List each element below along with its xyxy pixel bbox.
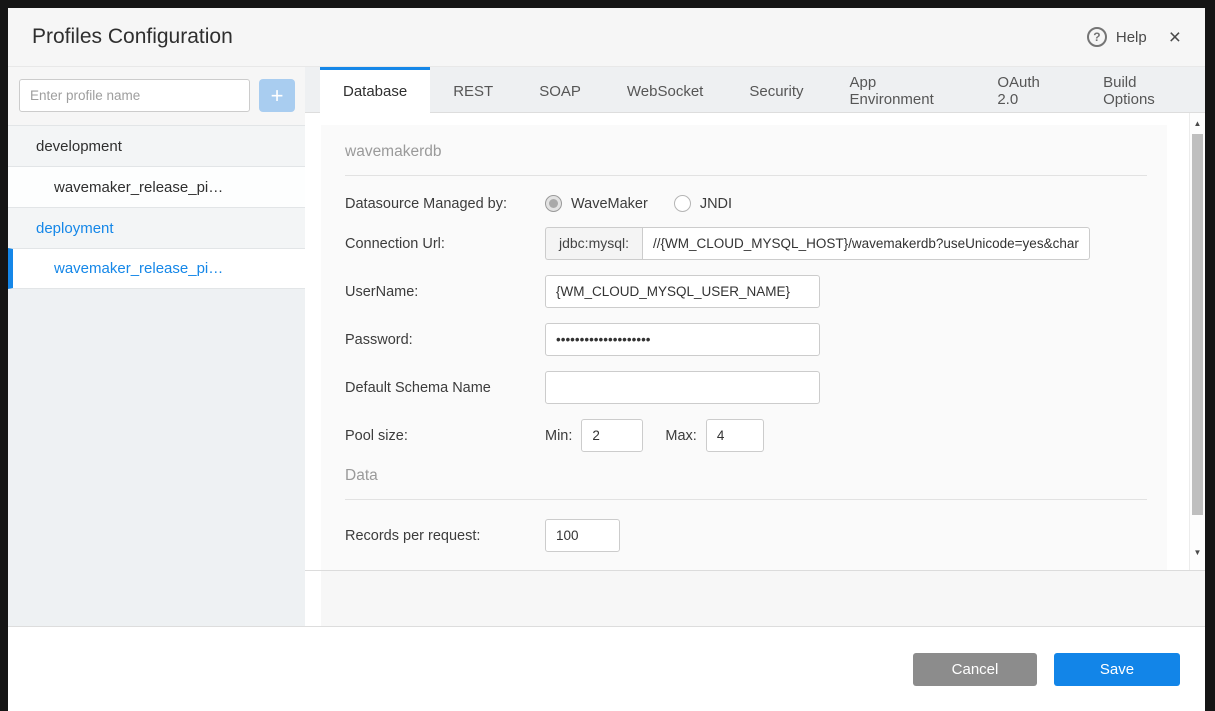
tab-rest[interactable]: REST [430,67,516,112]
pool-size-label: Pool size: [345,428,545,444]
data-section-title: Data [345,467,1147,485]
records-per-request-label: Records per request: [345,528,545,544]
tab-content-area: DatabaseRESTSOAPWebSocketSecurityApp Env… [305,67,1205,626]
help-button[interactable]: ? Help [1087,27,1147,47]
radio-wavemaker-icon[interactable] [545,195,562,212]
radio-jndi-label: JNDI [700,196,732,212]
profiles-sidebar: + developmentwavemaker_release_pi…deploy… [8,67,305,626]
radio-jndi[interactable]: JNDI [674,195,732,212]
sidebar-filler [8,289,305,626]
section-divider [345,175,1147,176]
panel-bottom-strip [321,571,1205,626]
profiles-configuration-dialog: Profiles Configuration ? Help × + develo… [8,8,1205,711]
help-label: Help [1116,29,1147,46]
tab-soap[interactable]: SOAP [516,67,604,112]
password-label: Password: [345,332,545,348]
tab-bar: DatabaseRESTSOAPWebSocketSecurityApp Env… [305,67,1205,113]
tab-app-environment[interactable]: App Environment [827,67,975,112]
save-button[interactable]: Save [1054,653,1180,686]
pool-min-label: Min: [545,428,572,444]
db-section-title: wavemakerdb [345,143,1147,161]
radio-wavemaker-label: WaveMaker [571,196,648,212]
help-icon: ? [1087,27,1107,47]
records-per-request-row: Records per request: [345,519,1147,552]
section-divider [345,499,1147,500]
tab-database[interactable]: Database [320,67,430,113]
profiles-list: developmentwavemaker_release_pi…deployme… [8,125,305,289]
close-icon[interactable]: × [1169,27,1181,48]
tab-websocket[interactable]: WebSocket [604,67,726,112]
page-title: Profiles Configuration [32,25,233,49]
sidebar-item-wavemaker-release-pi-[interactable]: wavemaker_release_pi… [8,248,305,289]
pool-max-input[interactable] [706,419,764,452]
radio-jndi-icon[interactable] [674,195,691,212]
vertical-scrollbar[interactable]: ▲ ▼ [1189,113,1205,570]
jdbc-prefix-addon: jdbc:mysql: [545,227,642,260]
scrollbar-thumb[interactable] [1192,134,1203,515]
sidebar-item-deployment[interactable]: deployment [8,207,305,248]
records-per-request-input[interactable] [545,519,620,552]
pool-min-input[interactable] [581,419,643,452]
cancel-button[interactable]: Cancel [913,653,1037,686]
connection-url-label: Connection Url: [345,236,545,252]
dialog-header: Profiles Configuration ? Help × [8,8,1205,67]
tab-build-options[interactable]: Build Options [1080,67,1205,112]
profile-name-input[interactable] [19,79,250,112]
connection-url-row: Connection Url: jdbc:mysql: [345,227,1147,260]
datasource-label: Datasource Managed by: [345,196,545,212]
radio-wavemaker[interactable]: WaveMaker [545,195,648,212]
scroll-down-icon[interactable]: ▼ [1190,546,1205,560]
username-row: UserName: [345,275,1147,308]
scroll-up-icon[interactable]: ▲ [1190,117,1205,131]
sidebar-item-development[interactable]: development [8,125,305,166]
default-schema-input[interactable] [545,371,820,404]
password-input[interactable] [545,323,820,356]
database-settings-panel: wavemakerdb Datasource Managed by: WaveM… [321,125,1167,570]
default-schema-label: Default Schema Name [345,380,545,396]
password-row: Password: [345,323,1147,356]
datasource-row: Datasource Managed by: WaveMaker JNDI [345,195,1147,212]
pool-max-label: Max: [665,428,696,444]
dialog-footer: Cancel Save [8,626,1205,711]
pool-size-row: Pool size: Min: Max: [345,419,1147,452]
tab-oauth-2-0[interactable]: OAuth 2.0 [974,67,1080,112]
add-profile-button[interactable]: + [259,79,295,112]
username-label: UserName: [345,284,545,300]
connection-url-input[interactable] [642,227,1090,260]
tab-security[interactable]: Security [726,67,826,112]
default-schema-row: Default Schema Name [345,371,1147,404]
username-input[interactable] [545,275,820,308]
sidebar-item-wavemaker-release-pi-[interactable]: wavemaker_release_pi… [8,166,305,207]
